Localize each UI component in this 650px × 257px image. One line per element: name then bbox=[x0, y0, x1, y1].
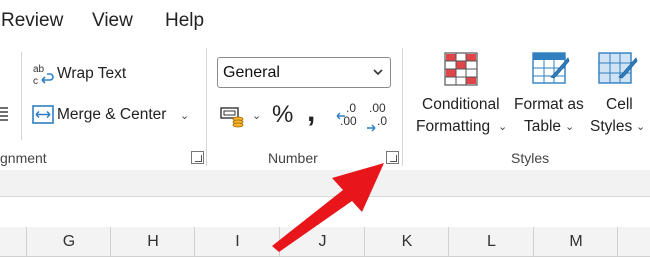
annotation-arrow-icon bbox=[272, 163, 384, 252]
